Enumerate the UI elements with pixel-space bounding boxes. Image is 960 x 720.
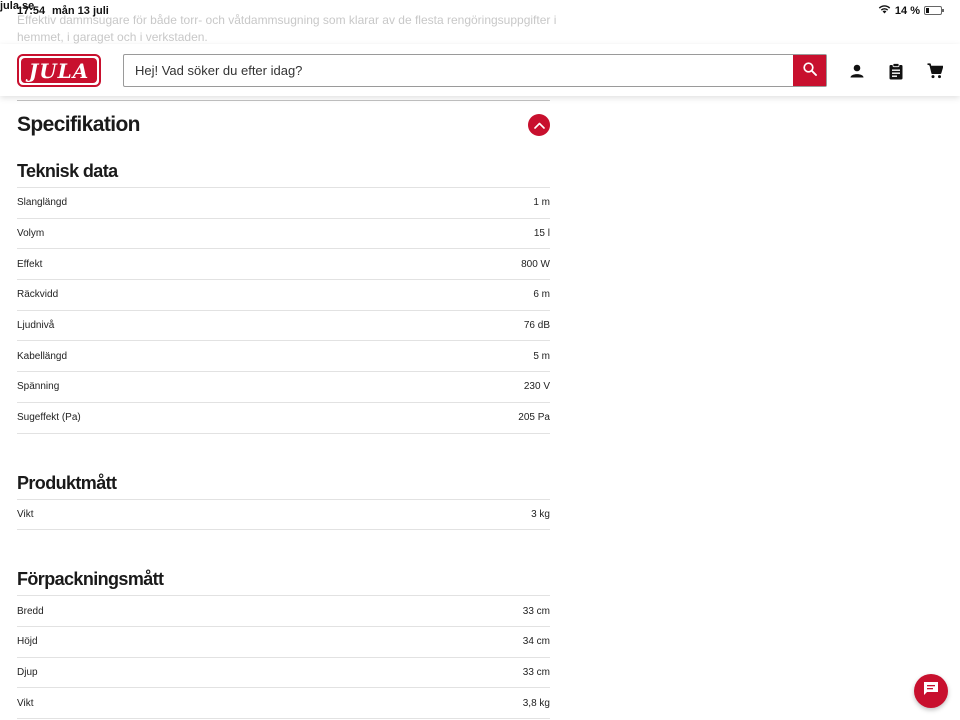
specification-title: Specifikation <box>17 113 141 136</box>
spec-row: Räckvidd 6 m <box>17 279 550 311</box>
specification-panel: Specifikation Teknisk data Slanglängd 1 m V… <box>17 100 550 719</box>
spec-label: Sugeffekt (Pa) <box>17 412 81 424</box>
spec-label: Djup <box>17 666 38 678</box>
url-domain[interactable]: jula.se <box>0 0 34 12</box>
spec-row: Ljudnivå 76 dB <box>17 310 550 341</box>
spec-label: Effekt <box>17 258 43 270</box>
spec-label: Ljudnivå <box>17 320 55 332</box>
section-title: Produktmått <box>17 472 117 493</box>
spec-section-produktmatt: Produktmått Vikt 3 kg <box>17 461 550 531</box>
spec-row: Sugeffekt (Pa) 205 Pa <box>17 402 550 433</box>
spec-label: Vikt <box>17 508 34 520</box>
spec-table: Slanglängd 1 m Volym 15 l Effekt 800 W Räckvid… <box>17 187 550 434</box>
user-icon[interactable] <box>847 61 867 81</box>
search-icon <box>802 62 817 79</box>
section-title: Teknisk data <box>17 161 118 181</box>
clipboard-icon[interactable] <box>886 61 906 81</box>
spec-value: 6 m <box>533 289 550 301</box>
spec-label: Bredd <box>17 605 44 617</box>
spec-label: Kabellängd <box>17 350 68 362</box>
spec-label: Slanglängd <box>17 197 68 209</box>
spec-value: 205 Pa <box>518 412 550 424</box>
background-description: Effektiv dammsugare för både torr- och v… <box>17 13 557 44</box>
collapse-button[interactable] <box>528 114 550 136</box>
spec-row: Volym 15 l <box>17 218 550 249</box>
spec-row: Höjd 34 cm <box>17 626 550 657</box>
spec-value: 800 W <box>521 258 550 270</box>
jula-logo[interactable]: JULA <box>17 54 101 87</box>
spec-value: 34 cm <box>522 636 550 648</box>
search-bar <box>123 54 827 87</box>
spec-row: Djup 33 cm <box>17 657 550 688</box>
battery-percent: 14 % <box>894 4 920 17</box>
search-button[interactable] <box>793 55 826 86</box>
spec-value: 230 V <box>523 381 550 393</box>
spec-row: Effekt 800 W <box>17 248 550 280</box>
spec-label: Vikt <box>17 697 34 709</box>
spec-row: Vikt 3 kg <box>17 499 550 530</box>
spec-sections: Teknisk data Slanglängd 1 m Volym 15 l Effekt… <box>17 149 550 719</box>
spec-row: Kabellängd 5 m <box>17 340 550 372</box>
chat-button[interactable] <box>914 674 948 708</box>
spec-value: 3 kg <box>531 508 550 520</box>
wifi-icon <box>878 4 891 17</box>
battery-icon <box>924 6 944 15</box>
section-title: Förpackningsmått <box>17 569 164 590</box>
chat-icon <box>923 681 939 701</box>
spec-value: 15 l <box>533 228 550 240</box>
spec-section-forpackningsmatt: Förpackningsmått Bredd 33 cm Höjd 34 cm Djup 3… <box>17 557 550 719</box>
spec-value: 3,8 kg <box>522 697 550 709</box>
spec-row: Spänning 230 V <box>17 371 550 403</box>
spec-row: Slanglängd 1 m <box>17 187 550 219</box>
logo-text: JULA <box>21 58 97 83</box>
cart-icon[interactable] <box>925 61 945 81</box>
spec-label: Höjd <box>17 636 38 648</box>
spec-label: Räckvidd <box>17 289 59 301</box>
spec-table: Bredd 33 cm Höjd 34 cm Djup 33 cm Vikt 3,8 kg <box>17 595 550 719</box>
spec-section-teknisk-data: Teknisk data Slanglängd 1 m Volym 15 l Effekt… <box>17 149 550 434</box>
spec-row: Bredd 33 cm <box>17 595 550 627</box>
spec-label: Spänning <box>17 381 60 393</box>
spec-value: 33 cm <box>522 605 550 617</box>
spec-table: Vikt 3 kg <box>17 499 550 531</box>
specification-header[interactable]: Specifikation <box>17 101 550 149</box>
search-input[interactable] <box>124 55 793 86</box>
status-indicators: 14 % <box>878 4 944 17</box>
spec-value: 1 m <box>533 197 550 209</box>
site-header: JULA <box>0 44 960 96</box>
spec-value: 33 cm <box>522 666 550 678</box>
spec-value: 76 dB <box>523 320 550 332</box>
chevron-up-icon <box>533 116 545 134</box>
spec-value: 5 m <box>533 350 550 362</box>
spec-label: Volym <box>17 228 45 240</box>
spec-row: Vikt 3,8 kg <box>17 687 550 719</box>
